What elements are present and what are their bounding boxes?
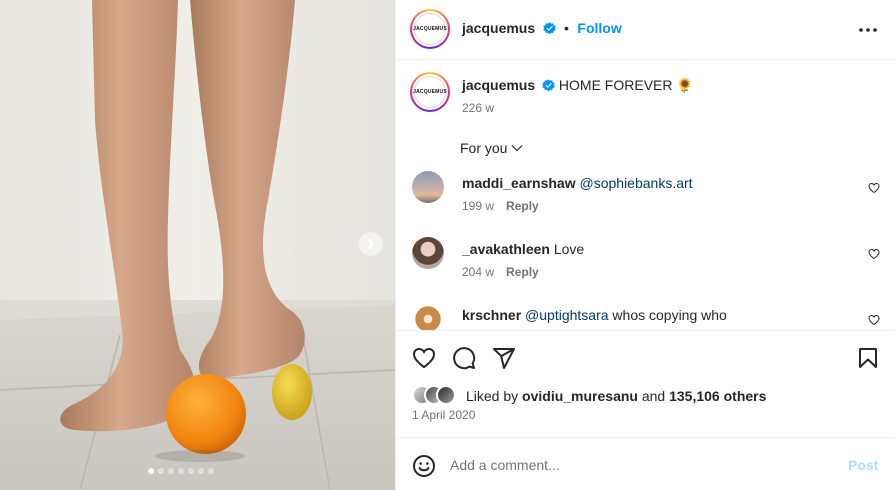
- comment-mention[interactable]: @sophiebanks.art: [580, 175, 693, 191]
- carousel-indicator: [148, 468, 214, 474]
- post-photo: [0, 0, 395, 490]
- carousel-dot: [208, 468, 214, 474]
- comment-filter-dropdown[interactable]: For you: [460, 140, 523, 156]
- verified-badge-icon: [542, 79, 555, 92]
- carousel-dot: [148, 468, 154, 474]
- liked-by-text: Liked by ovidiu_muresanu and 135,106 oth…: [466, 388, 766, 404]
- carousel-dot: [198, 468, 204, 474]
- comment-item: maddi_earnshaw @sophiebanks.art 199 w Re…: [396, 171, 895, 231]
- more-options-button[interactable]: [858, 20, 878, 40]
- comment-timestamp[interactable]: 199 w: [462, 199, 494, 213]
- account-avatar[interactable]: JACQUEMUS: [410, 9, 450, 49]
- emoji-icon[interactable]: [412, 454, 436, 478]
- header-separator: •: [564, 20, 569, 36]
- carousel-dot: [168, 468, 174, 474]
- share-icon[interactable]: [492, 346, 516, 370]
- comment-body: Love: [553, 241, 585, 257]
- liked-by-connector: and: [641, 388, 666, 404]
- header-account-line: jacquemus • Follow: [462, 20, 622, 38]
- follow-button[interactable]: Follow: [577, 20, 621, 36]
- comment-composer: Post: [396, 437, 895, 490]
- instagram-post-modal: JACQUEMUS jacquemus • Follow JACQUEMUS j…: [0, 0, 895, 490]
- comment-text: _avakathleen Love: [462, 241, 584, 257]
- heart-icon[interactable]: [868, 182, 880, 194]
- verified-badge-icon: [542, 22, 556, 35]
- more-options-icon: [859, 28, 877, 32]
- chevron-down-icon: [512, 145, 523, 152]
- chevron-right-icon: [368, 239, 374, 249]
- caption-avatar[interactable]: JACQUEMUS: [410, 72, 450, 112]
- account-username[interactable]: jacquemus: [462, 20, 535, 36]
- carousel-dot: [188, 468, 194, 474]
- commenter-username[interactable]: maddi_earnshaw: [462, 175, 576, 191]
- comment-meta: 204 w Reply: [462, 265, 539, 279]
- heart-icon[interactable]: [868, 248, 880, 260]
- caption: jacquemus HOME FOREVER 🌻: [462, 77, 694, 94]
- bookmark-icon[interactable]: [856, 346, 880, 370]
- liked-by-prefix: Liked by: [466, 388, 519, 404]
- liked-by-others[interactable]: 135,106 others: [669, 388, 766, 404]
- liker-avatar: [436, 385, 456, 405]
- comment-input[interactable]: [450, 452, 830, 478]
- caption-text: HOME FOREVER 🌻: [558, 77, 694, 93]
- account-avatar-logo: JACQUEMUS: [413, 13, 447, 45]
- post-media[interactable]: [0, 0, 395, 490]
- reply-button[interactable]: Reply: [506, 265, 539, 279]
- post-side-panel: JACQUEMUS jacquemus • Follow JACQUEMUS j…: [395, 0, 895, 490]
- comment-text: krschner @uptightsara whos copying who: [462, 307, 727, 323]
- comment-text: maddi_earnshaw @sophiebanks.art: [462, 175, 693, 191]
- comment-body: whos copying who: [612, 307, 727, 323]
- heart-icon[interactable]: [868, 314, 880, 326]
- carousel-dot: [158, 468, 164, 474]
- heart-icon[interactable]: [412, 346, 436, 370]
- carousel-next-button[interactable]: [359, 232, 383, 256]
- commenter-username[interactable]: _avakathleen: [462, 241, 550, 257]
- comment-item: _avakathleen Love 204 w Reply: [396, 237, 895, 297]
- post-comment-button[interactable]: Post: [848, 457, 878, 473]
- caption-username[interactable]: jacquemus: [462, 77, 535, 93]
- comment-icon[interactable]: [452, 346, 476, 370]
- commenter-username[interactable]: krschner: [462, 307, 521, 323]
- liked-by-avatars[interactable]: [412, 385, 460, 405]
- caption-avatar-logo: JACQUEMUS: [413, 76, 447, 108]
- comment-filter-label: For you: [460, 140, 508, 156]
- comment-item: krschner @uptightsara whos copying who: [396, 303, 895, 330]
- commenter-avatar[interactable]: [412, 303, 444, 330]
- comment-mention[interactable]: @uptightsara: [525, 307, 608, 323]
- liked-by-user[interactable]: ovidiu_muresanu: [522, 388, 638, 404]
- carousel-dot: [178, 468, 184, 474]
- post-header: JACQUEMUS jacquemus • Follow: [396, 0, 895, 60]
- reply-button[interactable]: Reply: [506, 199, 539, 213]
- actions-divider: [396, 330, 895, 331]
- comment-timestamp[interactable]: 204 w: [462, 265, 494, 279]
- post-date[interactable]: 1 April 2020: [412, 408, 475, 422]
- caption-timestamp[interactable]: 226 w: [462, 101, 494, 115]
- commenter-avatar[interactable]: [412, 237, 444, 269]
- commenter-avatar[interactable]: [412, 171, 444, 203]
- comment-meta: 199 w Reply: [462, 199, 539, 213]
